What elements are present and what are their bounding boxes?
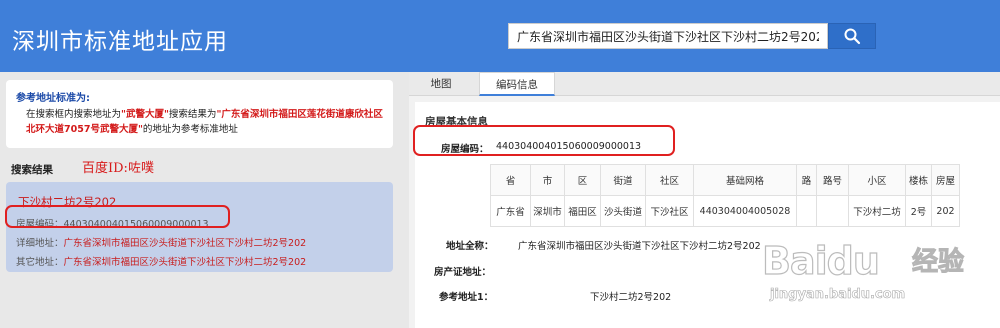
note-text: 在搜索框内搜索地址为"武警大厦"搜索结果为"广东省深圳市福田区莲花街道康欣社区北… [26,107,388,137]
tab-map[interactable]: 地图 [409,72,473,96]
tab-bar: 地图 编码信息 [409,72,1000,96]
note-line-post: 的地址为参考标准地址 [142,124,238,135]
table-header: 楼栋 [905,164,932,196]
result-other-row: 其它地址：广东省深圳市福田区沙头街道下沙社区下沙村二坊2号202 [16,254,306,268]
table-header: 社区 [645,164,694,196]
table-cell: 下沙村二坊 [848,195,906,227]
baidu-logo: Baidu [761,238,880,283]
table-header: 基础网格 [693,164,797,196]
app-title: 深圳市标准地址应用 [12,29,228,55]
table-cell [796,195,817,227]
highlight-annotation [413,125,675,156]
table-header: 路号 [816,164,849,196]
note-line-pre: 在搜索框内搜索地址为 [26,109,122,120]
full-address-label: 地址全称： [446,241,494,252]
results-label: 搜索结果 [11,164,53,176]
result-other-value: 广东省深圳市福田区沙头街道下沙社区下沙村二坊2号202 [63,257,307,268]
full-address-value: 广东省深圳市福田区沙头街道下沙社区下沙村二坊2号202 [518,241,761,252]
reference-address-label: 参考地址1： [439,292,494,303]
search-icon [844,28,861,45]
result-detail-row: 详细地址：广东省深圳市福田区沙头街道下沙社区下沙村二坊2号202 [16,235,306,249]
reference-note: 参考地址标准为: 在搜索框内搜索地址为"武警大厦"搜索结果为"广东省深圳市福田区… [6,80,393,148]
note-line-mid: 搜索结果为 [168,109,217,120]
table-cell: 440304004005028 [693,195,797,227]
result-detail-value: 广东省深圳市福田区沙头街道下沙社区下沙村二坊2号202 [63,238,307,249]
reference-address-value: 下沙村二坊2号202 [590,292,672,303]
deed-address-label: 房产证地址： [434,267,492,278]
table-header: 省 [490,164,531,196]
tab-code-info[interactable]: 编码信息 [479,72,555,96]
table-cell [816,195,849,227]
baidu-jingyan-text: 经验 [911,247,965,278]
result-other-label: 其它地址： [16,257,64,268]
note-query: "武警大厦" [121,109,169,120]
result-detail-label: 详细地址： [16,238,64,249]
search-input[interactable] [508,23,828,49]
table-cell: 2号 [905,195,932,227]
table-cell: 福田区 [564,195,601,227]
table-row: 广东省 深圳市 福田区 沙头街道 下沙社区 440304004005028 下沙… [490,195,960,227]
table-header: 区 [564,164,601,196]
note-title: 参考地址标准为: [16,93,90,104]
table-header: 房屋 [931,164,960,196]
baidu-url: jingyan.baidu.com [770,287,906,303]
table-header: 街道 [600,164,646,196]
baidu-watermark: Baidu 经验 jingyan.baidu.com [761,238,1000,309]
table-cell: 深圳市 [530,195,565,227]
table-header: 市 [530,164,565,196]
table-cell: 广东省 [490,195,531,227]
table-header: 小区 [848,164,906,196]
highlight-annotation [5,205,230,228]
app-header: 深圳市标准地址应用 [0,0,1000,72]
table-cell: 202 [931,195,960,227]
overlay-note: 百度ID:咗噗 [82,161,154,176]
address-components-table: 省 市 区 街道 社区 基础网格 路 路号 小区 楼栋 房屋 广东省 深圳市 福… [490,164,960,227]
table-cell: 沙头街道 [600,195,646,227]
search-button[interactable] [828,23,876,49]
left-panel: 参考地址标准为: 在搜索框内搜索地址为"武警大厦"搜索结果为"广东省深圳市福田区… [0,72,405,328]
table-header-row: 省 市 区 街道 社区 基础网格 路 路号 小区 楼栋 房屋 [490,164,960,196]
table-header: 路 [796,164,817,196]
table-cell: 下沙社区 [645,195,694,227]
